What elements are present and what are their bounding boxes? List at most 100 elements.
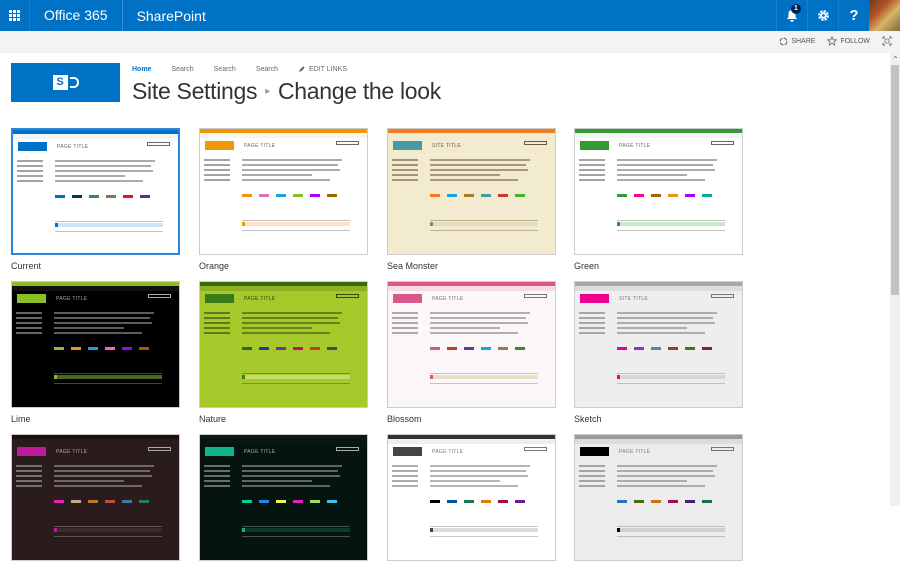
vertical-scrollbar[interactable]: ⌃ — [890, 53, 900, 506]
theme-name[interactable]: Sea Monster — [387, 261, 556, 271]
notifications-button[interactable]: 1 — [776, 0, 807, 31]
theme-tile[interactable]: PAGE TITLE — [574, 434, 743, 567]
accent-swatch — [515, 194, 525, 197]
accent-swatch — [464, 347, 474, 350]
theme-preview[interactable]: PAGE TITLE — [11, 281, 180, 408]
accent-swatch — [617, 194, 627, 197]
accent-swatch — [276, 194, 286, 197]
theme-preview[interactable]: PAGE TITLE — [387, 281, 556, 408]
breadcrumb-separator-icon: ▸ — [265, 86, 270, 97]
sharepoint-app-link[interactable]: SharePoint — [123, 8, 220, 24]
preview-document-list — [617, 217, 725, 232]
theme-tile[interactable]: PAGE TITLE Blossom — [387, 281, 556, 424]
accent-swatch — [105, 347, 115, 350]
office365-brand-link[interactable]: Office 365 — [30, 0, 123, 31]
theme-preview[interactable]: PAGE TITLE — [11, 434, 180, 561]
theme-preview[interactable]: PAGE TITLE — [574, 128, 743, 255]
preview-logo — [580, 294, 609, 303]
site-logo[interactable]: S — [11, 63, 120, 102]
accent-swatch — [447, 347, 457, 350]
preview-accent-swatches — [430, 347, 525, 350]
accent-swatch — [71, 500, 81, 503]
theme-name[interactable]: Orange — [199, 261, 368, 271]
theme-tile[interactable]: PAGE TITLE Green — [574, 128, 743, 271]
accent-swatch — [515, 347, 525, 350]
focus-mode-button[interactable] — [882, 36, 892, 46]
preview-document-list — [430, 217, 538, 232]
preview-sub-bar — [575, 133, 742, 138]
preview-accent-swatches — [430, 500, 525, 503]
preview-page-title: PAGE TITLE — [619, 143, 651, 149]
theme-preview[interactable]: PAGE TITLE — [574, 434, 743, 561]
theme-name[interactable]: Sketch — [574, 414, 743, 424]
preview-logo — [17, 294, 46, 303]
accent-swatch — [327, 500, 337, 503]
app-launcher-button[interactable] — [0, 0, 30, 31]
settings-button[interactable] — [807, 0, 838, 31]
theme-preview[interactable]: PAGE TITLE — [11, 128, 180, 255]
accent-swatch — [310, 500, 320, 503]
accent-swatch — [464, 194, 474, 197]
edit-links-button[interactable]: EDIT LINKS — [298, 66, 347, 73]
user-avatar[interactable] — [869, 0, 900, 31]
nav-search-link-2[interactable]: Search — [214, 66, 236, 73]
follow-button[interactable]: FOLLOW — [827, 36, 870, 46]
accent-swatch — [651, 347, 661, 350]
theme-name[interactable]: Green — [574, 261, 743, 271]
accent-swatch — [498, 194, 508, 197]
theme-tile[interactable]: SITE TITLE Sea Monster — [387, 128, 556, 271]
theme-tile[interactable]: PAGE TITLE — [387, 434, 556, 567]
theme-tile[interactable]: PAGE TITLE Orange — [199, 128, 368, 271]
preview-page-title: PAGE TITLE — [56, 296, 88, 302]
theme-tile[interactable]: PAGE TITLE Nature — [199, 281, 368, 424]
accent-swatch — [515, 500, 525, 503]
preview-logo — [393, 447, 422, 456]
theme-tile[interactable]: PAGE TITLE — [11, 434, 180, 567]
preview-body-text — [430, 465, 530, 490]
accent-swatch — [464, 500, 474, 503]
theme-preview[interactable]: SITE TITLE — [387, 128, 556, 255]
preview-logo — [205, 294, 234, 303]
accent-swatch — [651, 194, 661, 197]
preview-body-text — [617, 312, 717, 337]
accent-swatch — [481, 194, 491, 197]
preview-document-list — [242, 523, 350, 538]
scroll-up-icon[interactable]: ⌃ — [892, 55, 899, 64]
preview-page-title: PAGE TITLE — [57, 144, 89, 150]
nav-search-link-1[interactable]: Search — [171, 66, 193, 73]
theme-tile[interactable]: PAGE TITLE — [199, 434, 368, 567]
nav-search-link-3[interactable]: Search — [256, 66, 278, 73]
preview-document-list — [430, 523, 538, 538]
nav-home-link[interactable]: Home — [132, 66, 151, 73]
theme-name[interactable]: Blossom — [387, 414, 556, 424]
breadcrumb-site-settings[interactable]: Site Settings — [132, 78, 258, 105]
theme-tile[interactable]: PAGE TITLE Lime — [11, 281, 180, 424]
theme-name[interactable]: Lime — [11, 414, 180, 424]
theme-preview[interactable]: PAGE TITLE — [387, 434, 556, 561]
theme-preview[interactable]: PAGE TITLE — [199, 281, 368, 408]
theme-name[interactable]: Current — [11, 261, 180, 271]
accent-swatch — [259, 500, 269, 503]
notification-count-badge: 1 — [791, 4, 801, 14]
theme-tile[interactable]: PAGE TITLE Current — [11, 128, 180, 271]
preview-body-text — [430, 312, 530, 337]
preview-document-list — [617, 523, 725, 538]
theme-preview[interactable]: PAGE TITLE — [199, 434, 368, 561]
preview-sub-bar — [575, 439, 742, 444]
preview-body-text — [617, 465, 717, 490]
scrollbar-thumb[interactable] — [891, 65, 899, 295]
preview-logo — [393, 294, 422, 303]
preview-body-text — [242, 312, 342, 337]
theme-preview[interactable]: SITE TITLE — [574, 281, 743, 408]
help-button[interactable]: ? — [838, 0, 869, 31]
accent-swatch — [447, 194, 457, 197]
theme-name[interactable]: Nature — [199, 414, 368, 424]
preview-quick-launch — [392, 159, 418, 184]
theme-tile[interactable]: SITE TITLE Sketch — [574, 281, 743, 424]
share-button[interactable]: SHARE — [779, 37, 815, 46]
preview-logo — [205, 141, 234, 150]
preview-body-text — [242, 465, 342, 490]
preview-page-title: SITE TITLE — [619, 296, 649, 302]
accent-swatch — [498, 500, 508, 503]
theme-preview[interactable]: PAGE TITLE — [199, 128, 368, 255]
